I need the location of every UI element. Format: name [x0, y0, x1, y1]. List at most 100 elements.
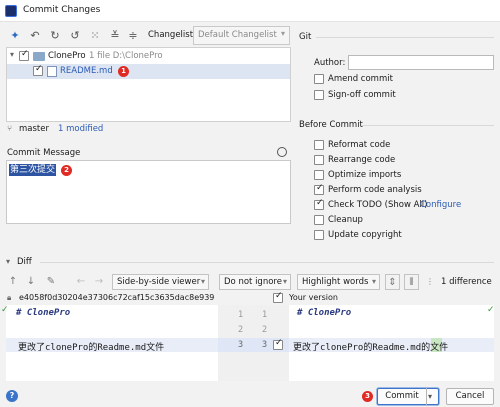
rearrange-checkbox[interactable]: [314, 155, 324, 165]
signoff-label: Sign-off commit: [328, 90, 396, 100]
root-checkbox[interactable]: [19, 49, 29, 61]
right-line-number: 3: [262, 340, 268, 350]
your-version-label: Your version: [289, 293, 338, 302]
divider: [316, 37, 494, 38]
commit-label: Commit: [385, 391, 419, 401]
rearrange-label: Rearrange code: [328, 155, 396, 165]
amend-label: Amend commit: [328, 74, 393, 84]
before-commit-heading: Before Commit: [299, 120, 363, 130]
include-change-checkbox[interactable]: [273, 338, 283, 350]
reformat-checkbox[interactable]: [314, 140, 324, 150]
signoff-checkbox[interactable]: [314, 90, 324, 100]
title-bar: Commit Changes: [0, 0, 500, 22]
optimize-label: Optimize imports: [328, 170, 402, 180]
copyright-checkbox[interactable]: [314, 230, 324, 240]
refresh-icon[interactable]: ↻: [46, 26, 64, 44]
git-heading: Git: [299, 32, 312, 42]
diff-right-pane[interactable]: ✓ # ClonePro 更改了clonePro的Readme.md的文件: [289, 305, 495, 381]
left-line-3: 更改了clonePro的Readme.md文件: [18, 343, 165, 353]
commit-message-text: 第三次提交: [9, 164, 57, 176]
refresh-changes-icon[interactable]: ✦: [6, 26, 24, 44]
copyright-label: Update copyright: [328, 230, 402, 240]
annotation-badge-1: 1: [118, 66, 129, 77]
right-line-number: 1: [262, 310, 268, 320]
divider: [361, 125, 494, 126]
right-line-1: # ClonePro: [297, 308, 352, 318]
divider: [426, 388, 427, 405]
help-button[interactable]: ?: [6, 390, 18, 402]
cleanup-label: Cleanup: [328, 215, 363, 225]
viewer-select[interactable]: Side-by-side viewer ▾: [112, 274, 209, 290]
root-name: ClonePro: [48, 51, 86, 61]
expand-all-icon[interactable]: ≚: [106, 26, 124, 44]
file-checkbox[interactable]: [33, 64, 43, 76]
diff-gutter: 1 1 2 2 3 3: [218, 305, 289, 381]
cancel-button[interactable]: Cancel: [446, 388, 494, 405]
annotation-badge-3: 3: [362, 391, 373, 402]
changes-tree[interactable]: ▾ ClonePro 1 file D:\ClonePro README.md …: [6, 47, 291, 122]
left-line-number: 1: [238, 310, 244, 320]
update-icon[interactable]: ↺: [66, 26, 84, 44]
file-name[interactable]: README.md: [60, 66, 113, 76]
checkmark-icon: ✓: [1, 305, 9, 315]
checkmark-icon: ✓: [487, 305, 495, 315]
prev-diff-icon[interactable]: ↑: [6, 274, 20, 290]
changelist-select[interactable]: Default Changelist ▾: [193, 26, 290, 45]
app-icon: [5, 5, 17, 17]
left-line-number: 3: [238, 340, 244, 350]
left-line-1: # ClonePro: [16, 308, 71, 318]
collapse-unchanged-icon[interactable]: ⇕: [385, 274, 400, 290]
cleanup-checkbox[interactable]: [314, 215, 324, 225]
diff-heading: Diff: [17, 257, 32, 267]
forward-icon[interactable]: →: [92, 274, 106, 290]
window-title: Commit Changes: [23, 5, 101, 15]
expand-arrow-icon[interactable]: ▾: [10, 50, 14, 59]
check-todo-label: Check TODO (Show All): [328, 200, 428, 210]
lock-icon: 🔒︎: [7, 293, 12, 302]
back-icon[interactable]: ←: [74, 274, 88, 290]
branch-icon: ⑂: [7, 124, 13, 134]
left-line-number: 2: [238, 325, 244, 335]
check-todo-checkbox[interactable]: [314, 198, 324, 210]
viewer-value: Side-by-side viewer: [117, 277, 201, 287]
next-diff-icon[interactable]: ↓: [24, 274, 38, 290]
configure-link[interactable]: Configure: [420, 200, 461, 210]
code-analysis-checkbox[interactable]: [314, 183, 324, 195]
commit-dialog: Commit Changes ✦ ↶ ↻ ↺ ⁙ ≚ ≑ Changelist:…: [0, 0, 500, 407]
code-analysis-label: Perform code analysis: [328, 185, 422, 195]
right-line-number: 2: [262, 325, 268, 335]
chevron-down-icon[interactable]: ▾: [428, 389, 432, 404]
chevron-down-icon: ▾: [280, 29, 285, 38]
annotation-badge-2: 2: [61, 165, 72, 176]
history-clock-icon[interactable]: [277, 147, 287, 157]
sync-scroll-icon[interactable]: ⦀: [404, 274, 419, 290]
commit-message-input[interactable]: 第三次提交 2: [6, 160, 291, 224]
edit-icon[interactable]: ✎: [44, 274, 58, 290]
group-by-icon[interactable]: ⁙: [86, 26, 104, 44]
highlight-value: Highlight words: [302, 277, 369, 287]
optimize-checkbox[interactable]: [314, 170, 324, 180]
root-meta: 1 file D:\ClonePro: [89, 51, 163, 61]
diff-left-pane[interactable]: ✓ # ClonePro 更改了clonePro的Readme.md文件: [1, 305, 218, 381]
rollback-icon[interactable]: ↶: [26, 26, 44, 44]
diff-collapse-icon[interactable]: ▾: [6, 257, 10, 266]
tree-file-row[interactable]: README.md 1: [7, 64, 290, 79]
author-input[interactable]: [348, 55, 494, 70]
amend-checkbox[interactable]: [314, 74, 324, 84]
branch-name: master: [19, 124, 49, 134]
ignore-select[interactable]: Do not ignore ▾: [219, 274, 291, 290]
modified-count[interactable]: 1 modified: [58, 124, 103, 134]
commit-button[interactable]: Commit ▾: [377, 388, 439, 405]
markdown-file-icon: [47, 66, 57, 77]
tree-root-row[interactable]: ▾ ClonePro 1 file D:\ClonePro: [7, 49, 290, 65]
changelist-value: Default Changelist: [198, 30, 277, 40]
difference-count: 1 difference: [441, 277, 492, 287]
commit-message-label: Commit Message: [7, 148, 81, 158]
more-options-icon[interactable]: ⋮: [426, 277, 434, 286]
right-line-3: 更改了clonePro的Readme.md的文件: [293, 343, 449, 353]
your-version-checkbox[interactable]: [273, 291, 283, 303]
divider: [40, 262, 494, 263]
chevron-down-icon: ▾: [371, 277, 376, 286]
collapse-all-icon[interactable]: ≑: [124, 26, 142, 44]
highlight-select[interactable]: Highlight words ▾: [297, 274, 380, 290]
